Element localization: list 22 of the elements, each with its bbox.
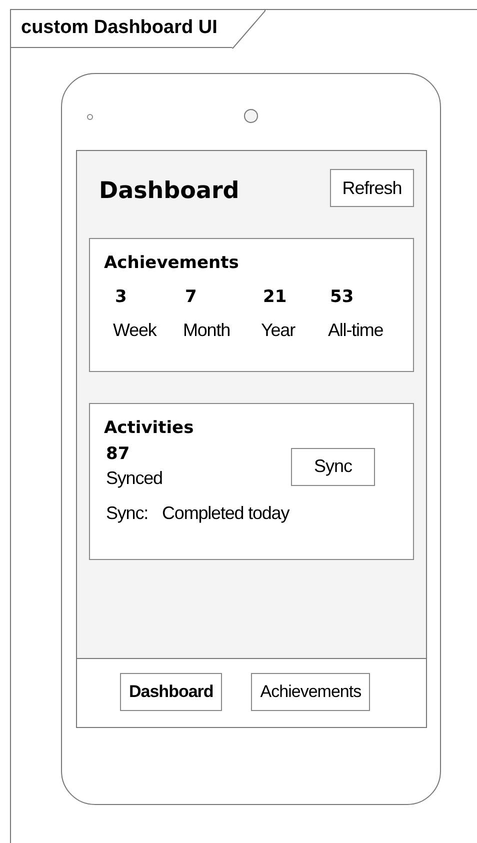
sensor-icon	[87, 114, 93, 120]
stat-value: 53	[329, 287, 355, 307]
stat-value: 3	[114, 287, 128, 307]
refresh-button[interactable]: Refresh	[330, 169, 414, 207]
stat-value: 7	[184, 287, 198, 307]
card-title: Activities	[104, 418, 195, 438]
stat-label: All-time	[328, 320, 384, 341]
diagram-title: custom Dashboard UI	[11, 10, 232, 48]
nav-tab[interactable]: Achievements	[251, 673, 370, 711]
sync-status-label: Sync:	[106, 503, 148, 524]
nav-tab[interactable]: Dashboard	[120, 673, 222, 711]
stat-label: Week	[113, 320, 158, 341]
screen-title: Dashboard	[99, 178, 240, 204]
synced-label: Synced	[106, 468, 162, 489]
synced-count: 87	[106, 444, 131, 464]
stat-value: 21	[262, 287, 288, 307]
card-title: Achievements	[104, 253, 240, 273]
sync-status-value: Completed today	[162, 503, 290, 524]
stat-label: Month	[183, 320, 232, 341]
sync-button[interactable]: Sync	[291, 448, 375, 486]
stat-label: Year	[261, 320, 296, 341]
camera-icon	[244, 109, 258, 123]
